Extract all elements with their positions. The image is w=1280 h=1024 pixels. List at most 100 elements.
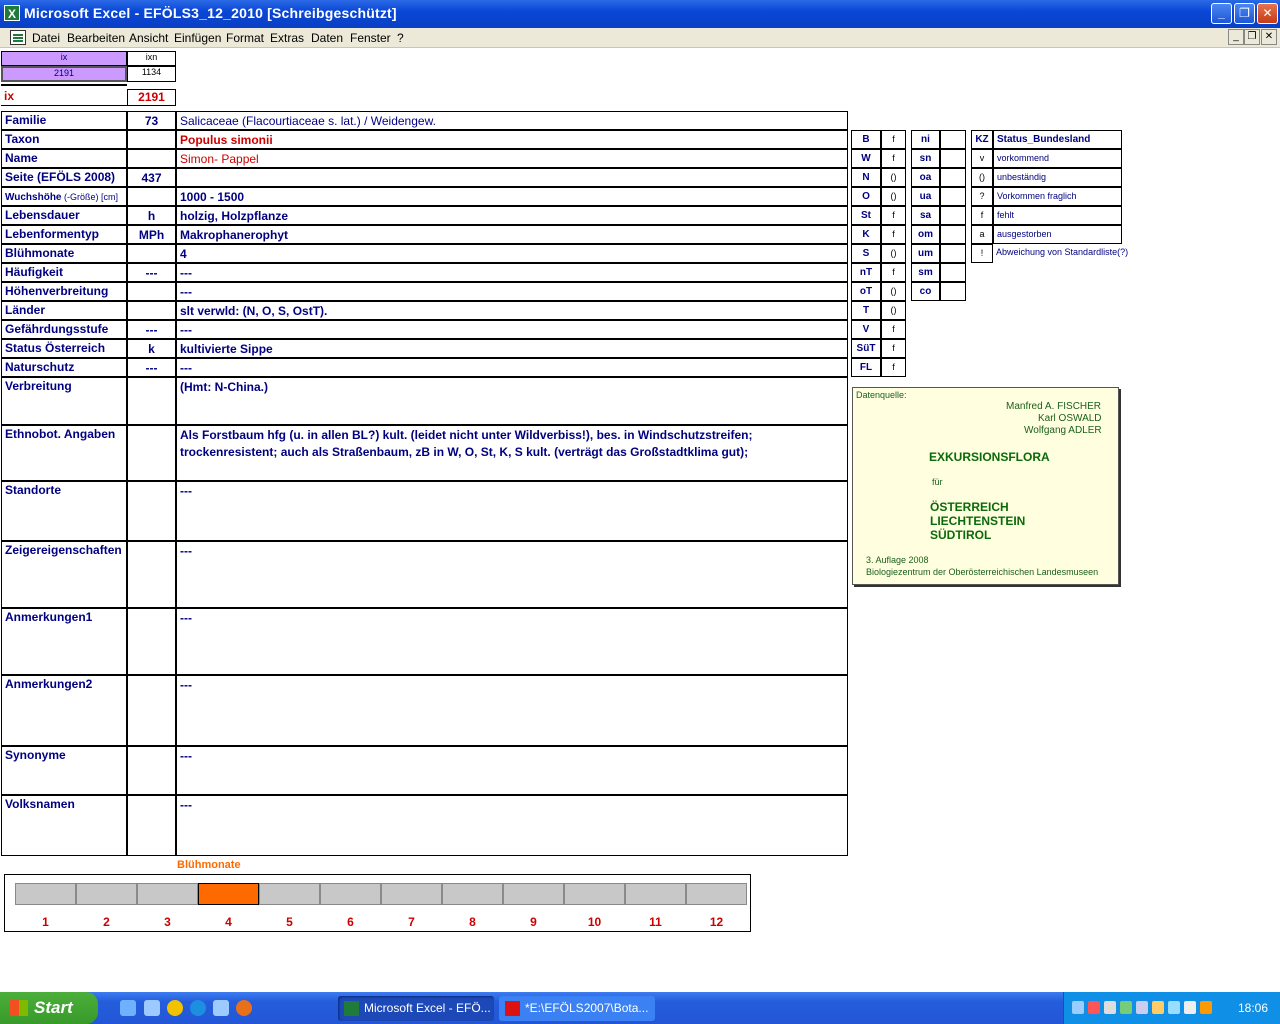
ix-big-value[interactable]: 2191 (127, 89, 176, 106)
field-value[interactable]: Als Forstbaum hfg (u. in allen BL?) kult… (176, 425, 848, 481)
region-code[interactable]: ua (911, 187, 940, 206)
field-code[interactable] (127, 608, 176, 675)
field-value[interactable]: Makrophanerophyt (176, 225, 848, 244)
ixn-value-cell[interactable]: 1134 (127, 66, 176, 82)
field-code[interactable] (127, 377, 176, 425)
field-code[interactable]: --- (127, 358, 176, 377)
info-icon[interactable] (1168, 1001, 1180, 1014)
field-value[interactable]: holzig, Holzpflanze (176, 206, 848, 225)
region-status[interactable] (940, 225, 966, 244)
outlook-icon[interactable] (213, 1000, 229, 1016)
state-status[interactable]: f (881, 130, 906, 149)
field-code[interactable] (127, 301, 176, 320)
field-value[interactable]: Simon- Pappel (176, 149, 848, 168)
update-icon[interactable] (1120, 1001, 1132, 1014)
ix-value-cell[interactable]: 2191 (1, 66, 127, 82)
bloom-month-chart[interactable]: 1 2 3 4 5 6 7 8 9 10 11 12 (4, 874, 751, 932)
field-code[interactable]: 437 (127, 168, 176, 187)
field-value[interactable]: --- (176, 746, 848, 795)
app-tray-icon[interactable] (1200, 1001, 1212, 1014)
state-code[interactable]: V (851, 320, 881, 339)
bloom-month-bar[interactable] (259, 883, 320, 905)
region-status[interactable] (940, 130, 966, 149)
menu-format[interactable]: Format (226, 31, 264, 45)
search-icon[interactable] (1104, 1001, 1116, 1014)
state-code[interactable]: nT (851, 263, 881, 282)
region-status[interactable] (940, 206, 966, 225)
minimize-button[interactable]: _ (1211, 3, 1232, 24)
state-status[interactable]: f (881, 358, 906, 377)
region-code[interactable]: sa (911, 206, 940, 225)
state-status[interactable]: f (881, 225, 906, 244)
bloom-month-bar[interactable] (15, 883, 76, 905)
bloom-month-bar[interactable] (686, 883, 747, 905)
field-value[interactable]: Populus simonii (176, 130, 848, 149)
state-code[interactable]: B (851, 130, 881, 149)
field-code[interactable]: --- (127, 263, 176, 282)
bloom-month-bar[interactable] (625, 883, 686, 905)
region-code[interactable]: sm (911, 263, 940, 282)
state-status[interactable]: f (881, 149, 906, 168)
menu-datei[interactable]: Datei (32, 31, 60, 45)
state-status[interactable]: () (881, 282, 906, 301)
field-code[interactable] (127, 187, 176, 206)
shield-icon[interactable] (1136, 1001, 1148, 1014)
state-status[interactable]: () (881, 301, 906, 320)
region-status[interactable] (940, 149, 966, 168)
region-code[interactable]: oa (911, 168, 940, 187)
bloom-month-bar[interactable] (503, 883, 564, 905)
volume-icon[interactable] (1152, 1001, 1164, 1014)
workbook-icon[interactable] (10, 30, 26, 45)
region-code[interactable]: om (911, 225, 940, 244)
state-code[interactable]: N (851, 168, 881, 187)
excel-app-icon[interactable]: X (4, 5, 20, 21)
field-value[interactable]: --- (176, 541, 848, 608)
bloom-month-bar[interactable] (442, 883, 503, 905)
device-icon[interactable] (1184, 1001, 1196, 1014)
state-code[interactable]: O (851, 187, 881, 206)
state-code[interactable]: SüT (851, 339, 881, 358)
field-code[interactable] (127, 244, 176, 263)
state-code[interactable]: S (851, 244, 881, 263)
start-button[interactable]: Start (0, 992, 98, 1024)
state-status[interactable]: f (881, 206, 906, 225)
state-code[interactable]: St (851, 206, 881, 225)
field-value[interactable]: --- (176, 481, 848, 541)
menu-ansicht[interactable]: Ansicht (129, 31, 168, 45)
bloom-month-bar[interactable] (137, 883, 198, 905)
field-value[interactable]: 4 (176, 244, 848, 263)
field-code[interactable] (127, 541, 176, 608)
menu-extras[interactable]: Extras (270, 31, 304, 45)
explorer-icon[interactable] (144, 1000, 160, 1016)
region-code[interactable]: um (911, 244, 940, 263)
workbook-restore-button[interactable]: ❐ (1244, 29, 1260, 45)
state-status[interactable]: f (881, 320, 906, 339)
menu-bearbeiten[interactable]: Bearbeiten (67, 31, 125, 45)
field-code[interactable] (127, 795, 176, 856)
menu-help[interactable]: ? (397, 31, 404, 45)
field-code[interactable] (127, 130, 176, 149)
state-code[interactable]: T (851, 301, 881, 320)
region-code[interactable]: ni (911, 130, 940, 149)
clock[interactable]: 18:06 (1238, 1001, 1268, 1015)
field-value[interactable]: 1000 - 1500 (176, 187, 848, 206)
maximize-button[interactable]: ❐ (1234, 3, 1255, 24)
field-value[interactable]: --- (176, 282, 848, 301)
menu-fenster[interactable]: Fenster (350, 31, 391, 45)
field-value[interactable]: --- (176, 608, 848, 675)
network-icon[interactable] (1072, 1001, 1084, 1014)
state-code[interactable]: oT (851, 282, 881, 301)
region-code[interactable]: sn (911, 149, 940, 168)
state-code[interactable]: W (851, 149, 881, 168)
security-icon[interactable] (1088, 1001, 1100, 1014)
field-code[interactable] (127, 149, 176, 168)
taskbar-document[interactable]: *E:\EFÖLS2007\Bota... (499, 996, 655, 1021)
field-value[interactable]: slt verwld: (N, O, S, OstT). (176, 301, 848, 320)
region-status[interactable] (940, 168, 966, 187)
field-code[interactable]: 73 (127, 111, 176, 130)
taskbar-excel[interactable]: Microsoft Excel - EFÖ... (338, 996, 494, 1021)
menu-daten[interactable]: Daten (311, 31, 343, 45)
state-code[interactable]: K (851, 225, 881, 244)
desktop-icon[interactable] (120, 1000, 136, 1016)
field-value[interactable]: --- (176, 675, 848, 746)
